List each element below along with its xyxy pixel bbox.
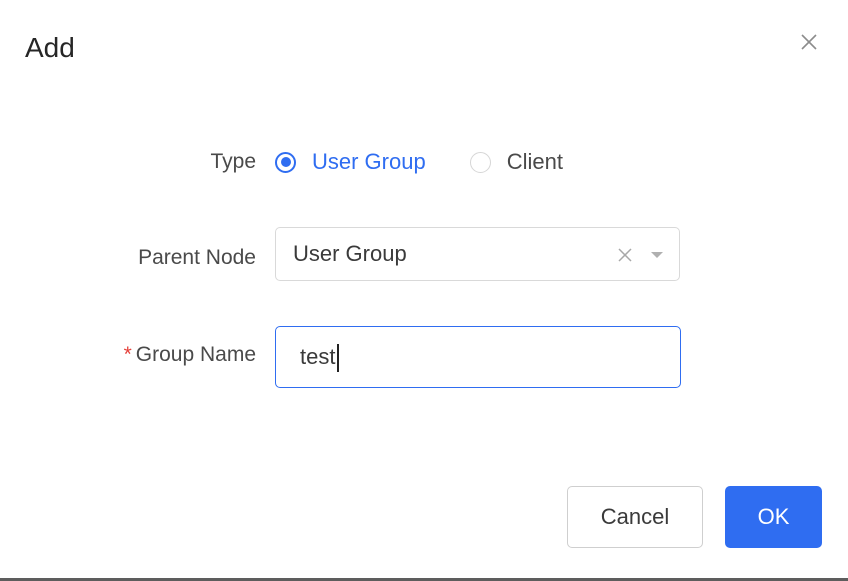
parent-node-label: Parent Node bbox=[138, 246, 256, 269]
radio-client[interactable]: Client bbox=[469, 148, 563, 176]
group-name-label: * Group Name bbox=[124, 341, 256, 369]
close-icon[interactable] bbox=[797, 30, 821, 54]
type-radio-group: User Group Client bbox=[275, 146, 607, 178]
parent-node-value: User Group bbox=[293, 241, 407, 266]
radio-checked-icon[interactable] bbox=[275, 151, 296, 173]
radio-user-group[interactable]: User Group bbox=[275, 148, 426, 176]
clear-icon[interactable] bbox=[616, 246, 634, 264]
radio-unchecked-icon[interactable] bbox=[469, 151, 491, 173]
dialog-title: Add bbox=[25, 32, 75, 63]
chevron-down-icon[interactable] bbox=[649, 250, 665, 260]
cancel-button[interactable]: Cancel bbox=[567, 486, 703, 548]
group-name-label-text: Group Name bbox=[135, 343, 256, 366]
group-name-input[interactable] bbox=[275, 326, 681, 388]
type-label: Type bbox=[210, 150, 256, 173]
add-dialog: Add Type User Group Client Parent Node U… bbox=[0, 0, 848, 581]
parent-node-select[interactable]: User Group bbox=[275, 227, 680, 281]
radio-client-label[interactable]: Client bbox=[507, 148, 563, 176]
radio-user-group-label[interactable]: User Group bbox=[312, 148, 426, 176]
ok-button[interactable]: OK bbox=[725, 486, 822, 548]
required-marker: * bbox=[123, 343, 132, 366]
text-cursor bbox=[337, 344, 339, 372]
